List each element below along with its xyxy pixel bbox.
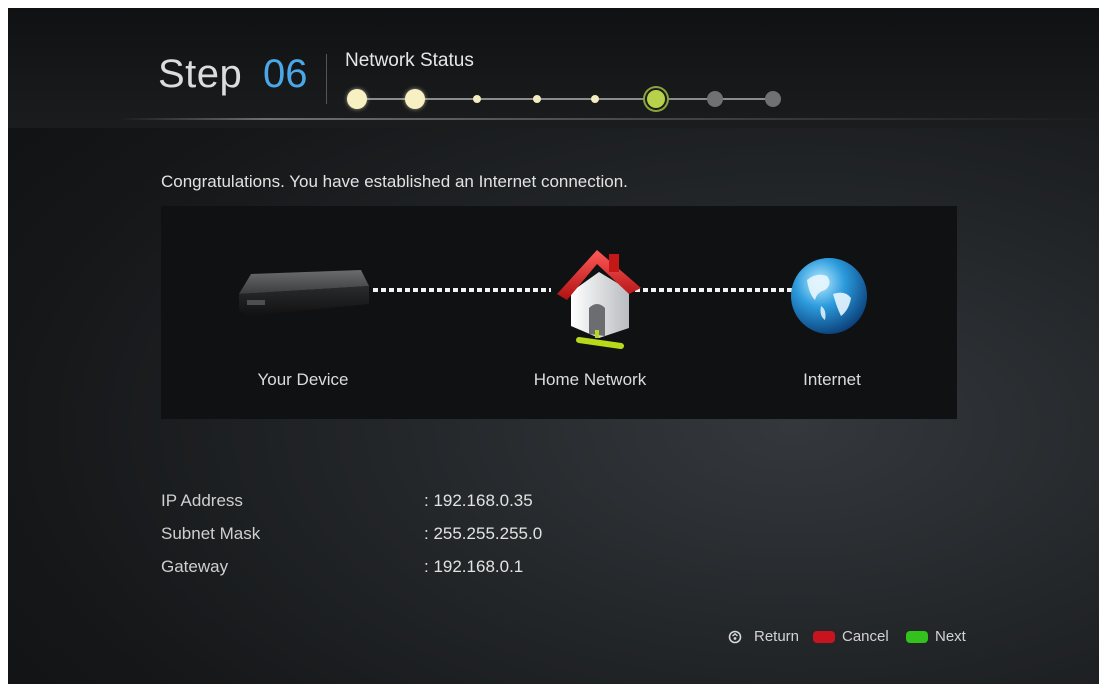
status-message: Congratulations. You have established an…	[161, 172, 628, 191]
node-label-internet: Internet	[803, 370, 861, 389]
ip-address-value: : 192.168.0.35	[424, 491, 533, 510]
green-key-icon	[906, 631, 928, 643]
home-to-internet-link	[635, 288, 795, 292]
setup-screen: Step 06 Network Status Congratulations. …	[8, 8, 1099, 684]
progress-step-7	[707, 91, 723, 107]
progress-step-8	[765, 91, 781, 107]
step-progress-indicator	[345, 84, 785, 114]
progress-step-1	[347, 89, 367, 109]
gateway-value: : 192.168.0.1	[424, 557, 524, 576]
return-remote-icon	[728, 630, 742, 644]
next-button[interactable]: Next	[935, 628, 966, 645]
header-divider	[118, 118, 1099, 120]
progress-step-6-current	[645, 88, 667, 110]
node-label-your-device: Your Device	[257, 370, 349, 389]
progress-step-2	[405, 89, 425, 109]
globe-icon	[791, 258, 867, 334]
progress-step-4	[533, 95, 541, 103]
progress-step-3	[473, 95, 481, 103]
cancel-button[interactable]: Cancel	[842, 628, 889, 645]
gateway-label: Gateway	[161, 557, 229, 576]
device-to-home-link	[373, 288, 551, 292]
step-label: Step	[158, 52, 243, 96]
set-top-box-icon	[239, 270, 369, 316]
connection-diagram: Your Device Home Network Internet	[161, 206, 957, 419]
return-button[interactable]: Return	[754, 628, 799, 645]
page-title: Network Status	[345, 50, 474, 71]
red-key-icon	[813, 631, 835, 643]
subnet-mask-value: : 255.255.255.0	[424, 524, 543, 543]
home-network-icon	[557, 250, 641, 349]
progress-step-5	[591, 95, 599, 103]
ip-address-label: IP Address	[161, 491, 243, 510]
title-divider	[326, 54, 327, 104]
step-number: 06	[263, 52, 308, 96]
subnet-mask-label: Subnet Mask	[161, 524, 261, 543]
node-label-home-network: Home Network	[533, 370, 647, 389]
